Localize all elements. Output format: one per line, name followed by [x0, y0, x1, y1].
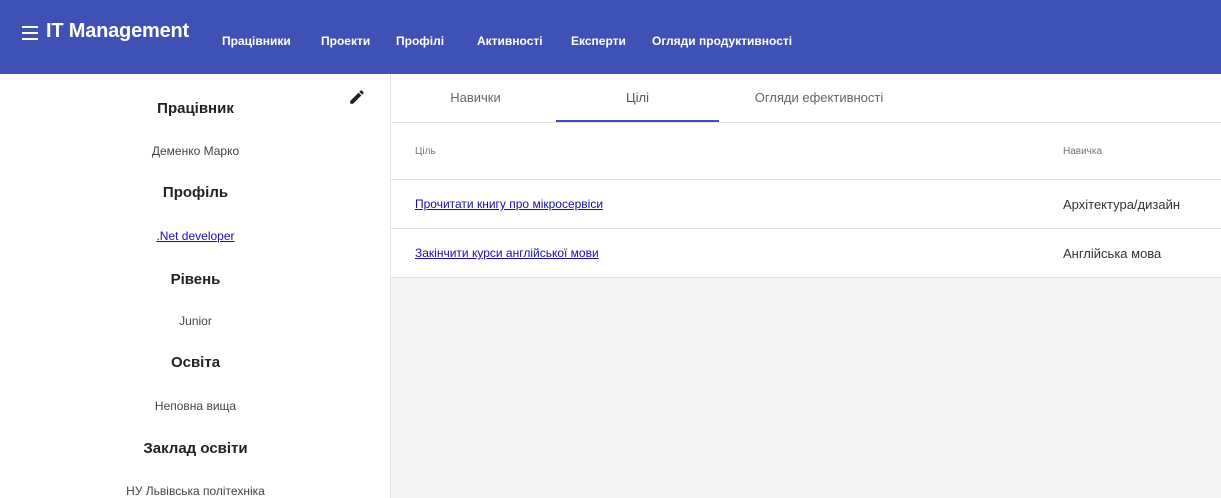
menu-icon[interactable] [22, 26, 38, 40]
profile-link[interactable]: .Net developer [0, 229, 391, 243]
main-content: Навички Цілі Огляди ефективності Ціль На… [391, 74, 1221, 498]
nav-profiles[interactable]: Профілі [396, 34, 444, 48]
nav-projects[interactable]: Проекти [321, 34, 370, 48]
education-value: Неповна вища [154, 399, 237, 413]
level-label: Рівень [170, 271, 221, 288]
nav-employees[interactable]: Працівники [222, 34, 291, 48]
employee-info-panel: Працівник Деменко Марко Профіль .Net dev… [0, 74, 391, 498]
column-header-skill[interactable]: Навичка [1063, 123, 1102, 180]
skill-cell: Англійська мова [1063, 246, 1162, 261]
level-value: Junior [179, 314, 212, 328]
table-row[interactable]: Прочитати книгу про мікросервіси Архітек… [391, 180, 1221, 229]
tab-goals[interactable]: Цілі [556, 74, 719, 122]
goals-table: Ціль Навичка Прочитати книгу про мікросе… [391, 123, 1221, 278]
employee-value: Деменко Марко [151, 144, 240, 158]
app-title[interactable]: IT Management [46, 20, 189, 43]
table-row[interactable]: Закінчити курси англійської мови Англійс… [391, 229, 1221, 278]
nav-performance-reviews[interactable]: Огляди продуктивності [652, 34, 792, 48]
institution-label: Заклад освіти [143, 440, 248, 457]
employee-label: Працівник [157, 100, 234, 117]
skill-cell: Архітектура/дизайн [1063, 197, 1181, 212]
tab-bar: Навички Цілі Огляди ефективності [391, 74, 1221, 123]
column-header-goal[interactable]: Ціль [415, 123, 436, 180]
nav-experts[interactable]: Експерти [571, 34, 626, 48]
goal-link[interactable]: Закінчити курси англійської мови [415, 229, 599, 278]
nav-activities[interactable]: Активності [477, 34, 543, 48]
goal-link[interactable]: Прочитати книгу про мікросервіси [415, 180, 603, 229]
tab-skills[interactable]: Навички [394, 74, 557, 122]
tab-performance-reviews[interactable]: Огляди ефективності [719, 74, 919, 122]
institution-value: НУ Львівська політехніка [126, 484, 265, 498]
table-header-row: Ціль Навичка [391, 123, 1221, 180]
education-label: Освіта [170, 354, 221, 371]
top-app-bar: IT Management Працівники Проекти Профілі… [0, 0, 1221, 74]
profile-label: Профіль [162, 184, 229, 201]
